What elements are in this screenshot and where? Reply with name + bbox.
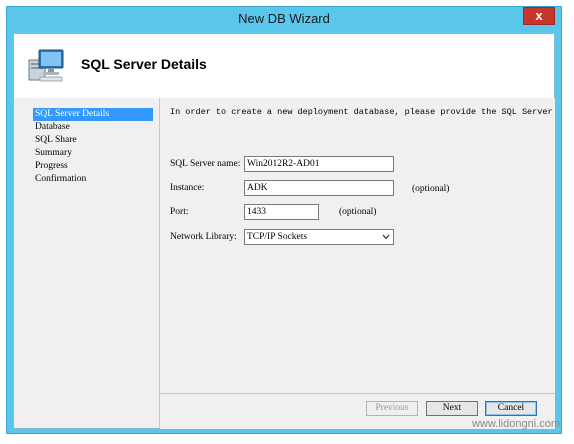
title-bar[interactable]: New DB Wizard x	[7, 7, 561, 31]
nav-step-database[interactable]: Database	[33, 121, 153, 134]
nav-step-summary[interactable]: Summary	[33, 147, 153, 160]
wizard-step-list: SQL Server Details Database SQL Share Su…	[14, 98, 160, 428]
wizard-window: New DB Wizard x SQL Server Details SQL S…	[6, 6, 562, 434]
previous-button[interactable]: Previous	[366, 401, 418, 416]
window-title: New DB Wizard	[238, 11, 330, 26]
form-panel: In order to create a new deployment data…	[160, 98, 555, 393]
port-input[interactable]: 1433	[244, 204, 319, 220]
next-button[interactable]: Next	[426, 401, 478, 416]
nav-step-sql-share[interactable]: SQL Share	[33, 134, 153, 147]
server-name-input[interactable]: Win2012R2-AD01	[244, 156, 394, 172]
port-optional-hint: (optional)	[339, 207, 377, 217]
network-library-label: Network Library:	[170, 232, 237, 242]
instance-label: Instance:	[170, 183, 205, 193]
wizard-client-area: SQL Server Details SQL Server Details Da…	[13, 33, 555, 429]
cancel-button[interactable]: Cancel	[485, 401, 537, 416]
close-button[interactable]: x	[523, 7, 555, 25]
port-label: Port:	[170, 207, 189, 217]
network-library-select[interactable]: TCP/IP Sockets	[244, 229, 394, 245]
close-icon: x	[535, 8, 543, 23]
wizard-header: SQL Server Details	[14, 34, 554, 99]
nav-step-confirmation[interactable]: Confirmation	[33, 173, 153, 186]
instance-optional-hint: (optional)	[412, 184, 450, 194]
watermark: www.lidongni.com	[471, 418, 560, 430]
computer-icon	[28, 49, 64, 82]
page-title: SQL Server Details	[81, 56, 207, 72]
intro-text: In order to create a new deployment data…	[170, 107, 555, 117]
instance-input[interactable]: ADK	[244, 180, 394, 196]
server-name-label: SQL Server name:	[170, 159, 241, 169]
nav-step-sql-server-details[interactable]: SQL Server Details	[33, 108, 153, 121]
network-library-value: TCP/IP Sockets	[247, 232, 308, 242]
nav-step-progress[interactable]: Progress	[33, 160, 153, 173]
chevron-down-icon	[382, 234, 390, 240]
